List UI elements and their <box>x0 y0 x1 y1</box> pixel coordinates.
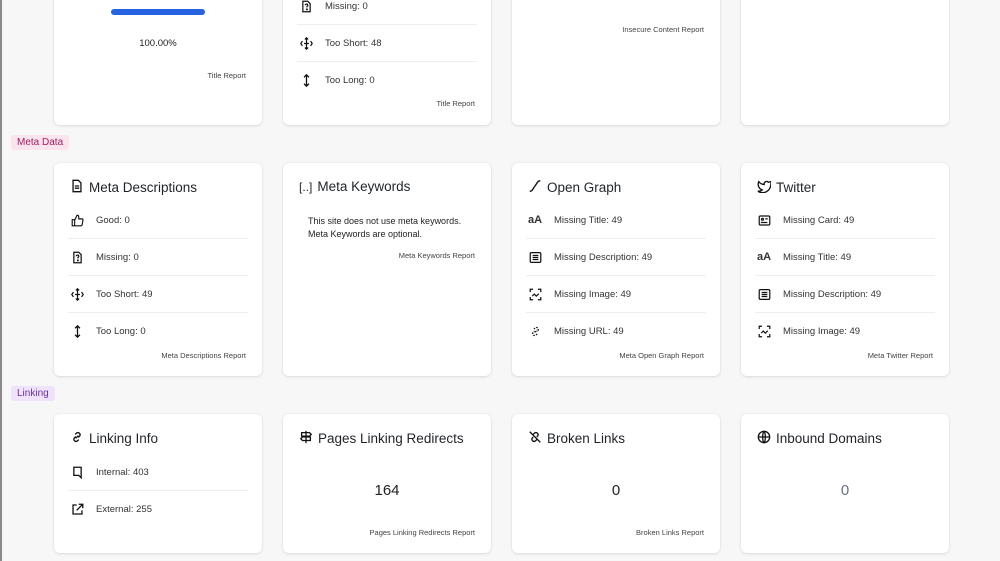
list-item: Missing Description: 49 <box>755 276 935 313</box>
too-short-count: Too Short: 49 <box>96 288 153 300</box>
text-box-icon <box>757 287 771 301</box>
left-border <box>0 0 2 561</box>
title-percent: 100.00% <box>139 38 177 49</box>
list-item: Internal: 403 <box>68 454 248 491</box>
bookmark-icon <box>70 465 84 479</box>
external-link-icon <box>70 503 84 517</box>
text-box-icon <box>528 250 542 264</box>
title-issues-card: Missing: 0 Too Short: 48 Too Long: 0 Tit… <box>283 0 491 125</box>
meta-keywords-card: [..] Meta Keywords This site does not us… <box>283 163 491 376</box>
meta-descriptions-card: Meta Descriptions Good: 0 Missing: 0 Too… <box>54 163 262 376</box>
title-report-link[interactable]: Title Report <box>208 71 247 80</box>
list-item: Missing URL: 49 <box>526 313 706 350</box>
list-item: Missing Card: 49 <box>755 202 935 239</box>
arrows-vertical-icon <box>299 74 313 88</box>
document-icon <box>70 179 84 196</box>
card-title: Pages Linking Redirects <box>299 430 464 447</box>
broken-links-report-link[interactable]: Broken Links Report <box>636 528 704 537</box>
pages-linking-redirects-report-link[interactable]: Pages Linking Redirects Report <box>370 528 475 537</box>
thumbs-up-icon <box>70 213 84 227</box>
card-title: Twitter <box>757 179 816 196</box>
list-item: Good: 0 <box>68 202 248 239</box>
section-tag-linking: Linking <box>11 386 55 401</box>
good-count: Good: 0 <box>96 214 130 226</box>
pages-linking-redirects-card: Pages Linking Redirects 164 Pages Linkin… <box>283 414 491 553</box>
external-links-count: External: 255 <box>96 504 152 515</box>
section-tag-meta-data: Meta Data <box>11 135 70 150</box>
empty-card <box>741 0 949 125</box>
missing-title-count: Missing Title: 49 <box>783 251 852 263</box>
font-size-icon: aA <box>527 214 543 226</box>
missing-url-count: Missing URL: 49 <box>554 326 624 337</box>
card-title: Broken Links <box>528 430 625 447</box>
missing-image-count: Missing Image: 49 <box>554 288 632 300</box>
globe-www-icon <box>757 430 771 447</box>
list-item: Too Short: 48 <box>297 25 477 62</box>
image-scan-icon <box>757 325 771 339</box>
curve-icon <box>528 179 542 196</box>
missing-count: Missing: 0 <box>96 251 139 263</box>
open-graph-card: Open Graph aA Missing Title: 49 Missing … <box>512 163 720 376</box>
open-graph-report-link[interactable]: Meta Open Graph Report <box>619 351 704 360</box>
missing-count: Missing: 0 <box>325 0 368 12</box>
card-title: Open Graph <box>528 179 621 196</box>
title-progress-fill <box>111 9 205 15</box>
broken-links-value: 0 <box>611 482 621 499</box>
title-score-card: 100.00% Title Report <box>54 0 262 125</box>
image-scan-icon <box>528 287 542 301</box>
missing-card-count: Missing Card: 49 <box>783 214 855 226</box>
list-item: Missing: 0 <box>68 239 248 276</box>
title-report-link[interactable]: Title Report <box>437 99 476 108</box>
card-title: [..] Meta Keywords <box>299 179 411 194</box>
id-card-icon <box>757 213 771 227</box>
compress-arrows-icon <box>299 36 313 50</box>
list-item: Missing Image: 49 <box>526 276 706 313</box>
missing-description-count: Missing Description: 49 <box>783 288 882 300</box>
too-short-count: Too Short: 48 <box>325 37 382 49</box>
signpost-icon <box>299 430 313 447</box>
pages-linking-redirects-value: 164 <box>374 482 400 499</box>
list-item: aA Missing Title: 49 <box>526 202 706 239</box>
linking-info-card: Linking Info Internal: 403 External: 255 <box>54 414 262 553</box>
meta-descriptions-report-link[interactable]: Meta Descriptions Report <box>161 351 246 360</box>
list-item: Too Short: 49 <box>68 276 248 313</box>
twitter-bird-icon <box>757 179 773 196</box>
card-title: Linking Info <box>70 430 158 447</box>
file-question-icon <box>299 0 313 13</box>
list-item: Missing: 0 <box>297 0 477 25</box>
title-progress-bar <box>111 9 205 15</box>
broken-link-icon <box>528 430 542 447</box>
card-title: Meta Descriptions <box>70 179 197 196</box>
meta-keywords-report-link[interactable]: Meta Keywords Report <box>399 251 475 260</box>
inbound-domains-value: 0 <box>840 482 850 499</box>
missing-title-count: Missing Title: 49 <box>554 214 623 226</box>
missing-description-count: Missing Description: 49 <box>554 251 653 263</box>
compress-arrows-icon <box>70 287 84 301</box>
brackets-icon: [..] <box>299 179 313 194</box>
font-size-icon: aA <box>756 251 772 263</box>
insecure-content-card: Insecure Content Report <box>512 0 720 125</box>
broken-links-card: Broken Links 0 Broken Links Report <box>512 414 720 553</box>
file-question-icon <box>70 250 84 264</box>
arrows-vertical-icon <box>70 325 84 339</box>
list-item: Missing Image: 49 <box>755 313 935 350</box>
insecure-content-report-link[interactable]: Insecure Content Report <box>622 25 704 34</box>
meta-keywords-description: This site does not use meta keywords. Me… <box>308 216 462 239</box>
card-title: Inbound Domains <box>757 430 882 447</box>
list-item: Missing Description: 49 <box>526 239 706 276</box>
list-item: aA Missing Title: 49 <box>755 239 935 276</box>
twitter-card: Twitter Missing Card: 49 aA Missing Titl… <box>741 163 949 376</box>
missing-image-count: Missing Image: 49 <box>783 326 861 337</box>
inbound-domains-card: Inbound Domains 0 <box>741 414 949 553</box>
link-dashed-icon <box>528 325 542 339</box>
too-long-count: Too Long: 0 <box>96 326 146 337</box>
link-icon <box>70 430 84 447</box>
too-long-count: Too Long: 0 <box>325 75 375 86</box>
internal-links-count: Internal: 403 <box>96 466 149 478</box>
list-item: Too Long: 0 <box>297 62 477 99</box>
twitter-report-link[interactable]: Meta Twitter Report <box>868 351 933 360</box>
list-item: External: 255 <box>68 491 248 528</box>
list-item: Too Long: 0 <box>68 313 248 350</box>
